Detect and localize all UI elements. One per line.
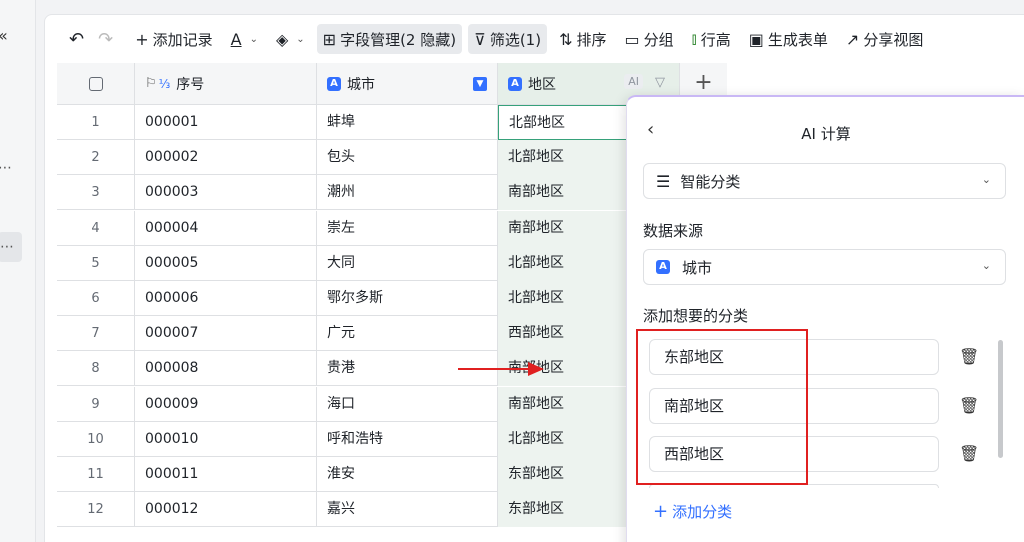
row-height-icon: ⫾ bbox=[691, 29, 697, 48]
left-sidebar-strip: « ⋯ ⋯ bbox=[0, 0, 36, 542]
chevron-down-icon: ⌄ bbox=[981, 259, 991, 272]
more-icon[interactable]: ⋯ bbox=[0, 160, 13, 176]
seq-cell[interactable]: 000010 bbox=[135, 421, 317, 457]
text-color-icon: A bbox=[230, 29, 242, 49]
undo-icon[interactable]: ↶ bbox=[63, 24, 90, 54]
text-field-icon: A bbox=[508, 76, 522, 91]
seq-cell[interactable]: 000006 bbox=[135, 281, 317, 316]
row-index: 12 bbox=[57, 492, 135, 528]
row-index: 7 bbox=[57, 316, 135, 352]
row-index: 11 bbox=[57, 457, 135, 492]
gen-form-button[interactable]: ▣ 生成表单 bbox=[743, 24, 834, 54]
row-index: 4 bbox=[57, 210, 135, 246]
city-cell[interactable]: 大同 bbox=[317, 245, 498, 281]
redo-icon[interactable]: ↷ bbox=[92, 24, 119, 54]
row-index: 8 bbox=[57, 351, 135, 387]
group-button[interactable]: ▭ 分组 bbox=[618, 24, 679, 54]
seq-cell[interactable]: 000012 bbox=[135, 492, 317, 528]
city-cell[interactable]: 鄂尔多斯 bbox=[317, 281, 498, 316]
filter-active-icon[interactable]: ▼ bbox=[473, 77, 487, 91]
clipboard-icon: ▣ bbox=[748, 29, 764, 49]
seq-cell[interactable]: 000007 bbox=[135, 316, 317, 352]
paint-bucket-icon: ◈ bbox=[275, 29, 289, 49]
text-field-icon: A bbox=[327, 76, 341, 91]
city-cell[interactable]: 蚌埠 bbox=[317, 105, 498, 140]
row-height-button[interactable]: ⫾ 行高 bbox=[686, 24, 737, 54]
share-view-button[interactable]: ↗ 分享视图 bbox=[840, 24, 929, 54]
sort-icon: ⇅ bbox=[559, 29, 573, 49]
seq-cell[interactable]: 000005 bbox=[135, 245, 317, 281]
row-index: 2 bbox=[57, 140, 135, 176]
seq-cell[interactable]: 000009 bbox=[135, 386, 317, 422]
plus-icon: + bbox=[653, 501, 669, 522]
select-all-checkbox[interactable] bbox=[88, 76, 103, 91]
ai-badge[interactable]: AI bbox=[624, 74, 643, 89]
city-cell[interactable]: 崇左 bbox=[317, 210, 498, 246]
red-highlight-box bbox=[636, 329, 808, 485]
chevron-down-icon: ⌄ bbox=[981, 173, 991, 186]
add-category-button[interactable]: + 添加分类 bbox=[653, 501, 732, 522]
header-seq[interactable]: ⚐ ⅓ 序号 bbox=[135, 63, 317, 105]
chevron-down-icon: ⌄ bbox=[249, 33, 258, 45]
more-icon-active[interactable]: ⋯ bbox=[0, 232, 22, 262]
filter-icon[interactable]: ▽ bbox=[655, 75, 665, 90]
trash-icon[interactable]: 🗑 bbox=[959, 396, 979, 415]
city-cell[interactable]: 海口 bbox=[317, 386, 498, 422]
city-cell[interactable]: 呼和浩特 bbox=[317, 421, 498, 457]
trash-icon[interactable]: 🗑 bbox=[959, 347, 979, 366]
trash-icon[interactable]: 🗑 bbox=[959, 444, 979, 463]
source-select[interactable]: A 城市 ⌄ bbox=[643, 249, 1006, 285]
categories-label: 添加想要的分类 bbox=[643, 307, 749, 325]
field-manage-button[interactable]: ⊞ 字段管理(2 隐藏) bbox=[316, 24, 463, 54]
seq-cell[interactable]: 000008 bbox=[135, 351, 317, 387]
row-index: 5 bbox=[57, 245, 135, 281]
header-city[interactable]: A 城市 ▼ bbox=[317, 63, 498, 105]
toolbar: ↶ ↷ + 添加记录 A ⌄ ◈ ⌄ ⊞ 字段管理(2 隐藏) ⊽ 筛选(1) ⇅ 排序 ▭… bbox=[45, 15, 1024, 63]
row-index: 10 bbox=[57, 421, 135, 457]
plus-icon: + bbox=[135, 29, 149, 49]
seq-cell[interactable]: 000003 bbox=[135, 175, 317, 211]
share-icon: ↗ bbox=[845, 29, 860, 49]
city-cell[interactable]: 广元 bbox=[317, 316, 498, 352]
row-index: 3 bbox=[57, 175, 135, 211]
grid-icon: ⊞ bbox=[322, 29, 337, 49]
seq-cell[interactable]: 000004 bbox=[135, 210, 317, 246]
fill-color-button[interactable]: ◈ ⌄ bbox=[270, 24, 311, 54]
scrollbar[interactable] bbox=[998, 340, 1003, 458]
source-label: 数据来源 bbox=[643, 222, 704, 240]
add-record-button[interactable]: + 添加记录 bbox=[129, 24, 218, 54]
folder-icon: ▭ bbox=[624, 29, 640, 49]
panel-title: AI 计算 bbox=[801, 125, 851, 143]
seq-cell[interactable]: 000002 bbox=[135, 140, 317, 176]
header-checkbox-cell bbox=[57, 63, 135, 105]
text-field-icon: A bbox=[656, 260, 670, 274]
seq-cell[interactable]: 000001 bbox=[135, 105, 317, 140]
collapse-sidebar-icon[interactable]: « bbox=[0, 26, 8, 45]
city-cell[interactable]: 包头 bbox=[317, 140, 498, 176]
flag-icon: ⚐ bbox=[145, 76, 157, 91]
list-icon: ☰ bbox=[656, 171, 671, 191]
seq-cell[interactable]: 000011 bbox=[135, 457, 317, 492]
row-index: 6 bbox=[57, 281, 135, 316]
filter-icon: ⊽ bbox=[474, 29, 486, 49]
chevron-down-icon: ⌄ bbox=[296, 33, 305, 45]
text-color-button[interactable]: A ⌄ bbox=[225, 24, 264, 54]
number-list-icon: ⅓ bbox=[158, 76, 171, 91]
row-index: 9 bbox=[57, 386, 135, 422]
sort-button[interactable]: ⇅ 排序 bbox=[553, 24, 612, 54]
mode-select[interactable]: ☰ 智能分类 ⌄ bbox=[643, 163, 1006, 199]
row-index: 1 bbox=[57, 105, 135, 140]
city-cell[interactable]: 淮安 bbox=[317, 457, 498, 492]
city-cell[interactable]: 嘉兴 bbox=[317, 492, 498, 528]
filter-button[interactable]: ⊽ 筛选(1) bbox=[468, 24, 548, 54]
city-cell[interactable]: 潮州 bbox=[317, 175, 498, 211]
red-arrow-annotation bbox=[458, 362, 544, 376]
